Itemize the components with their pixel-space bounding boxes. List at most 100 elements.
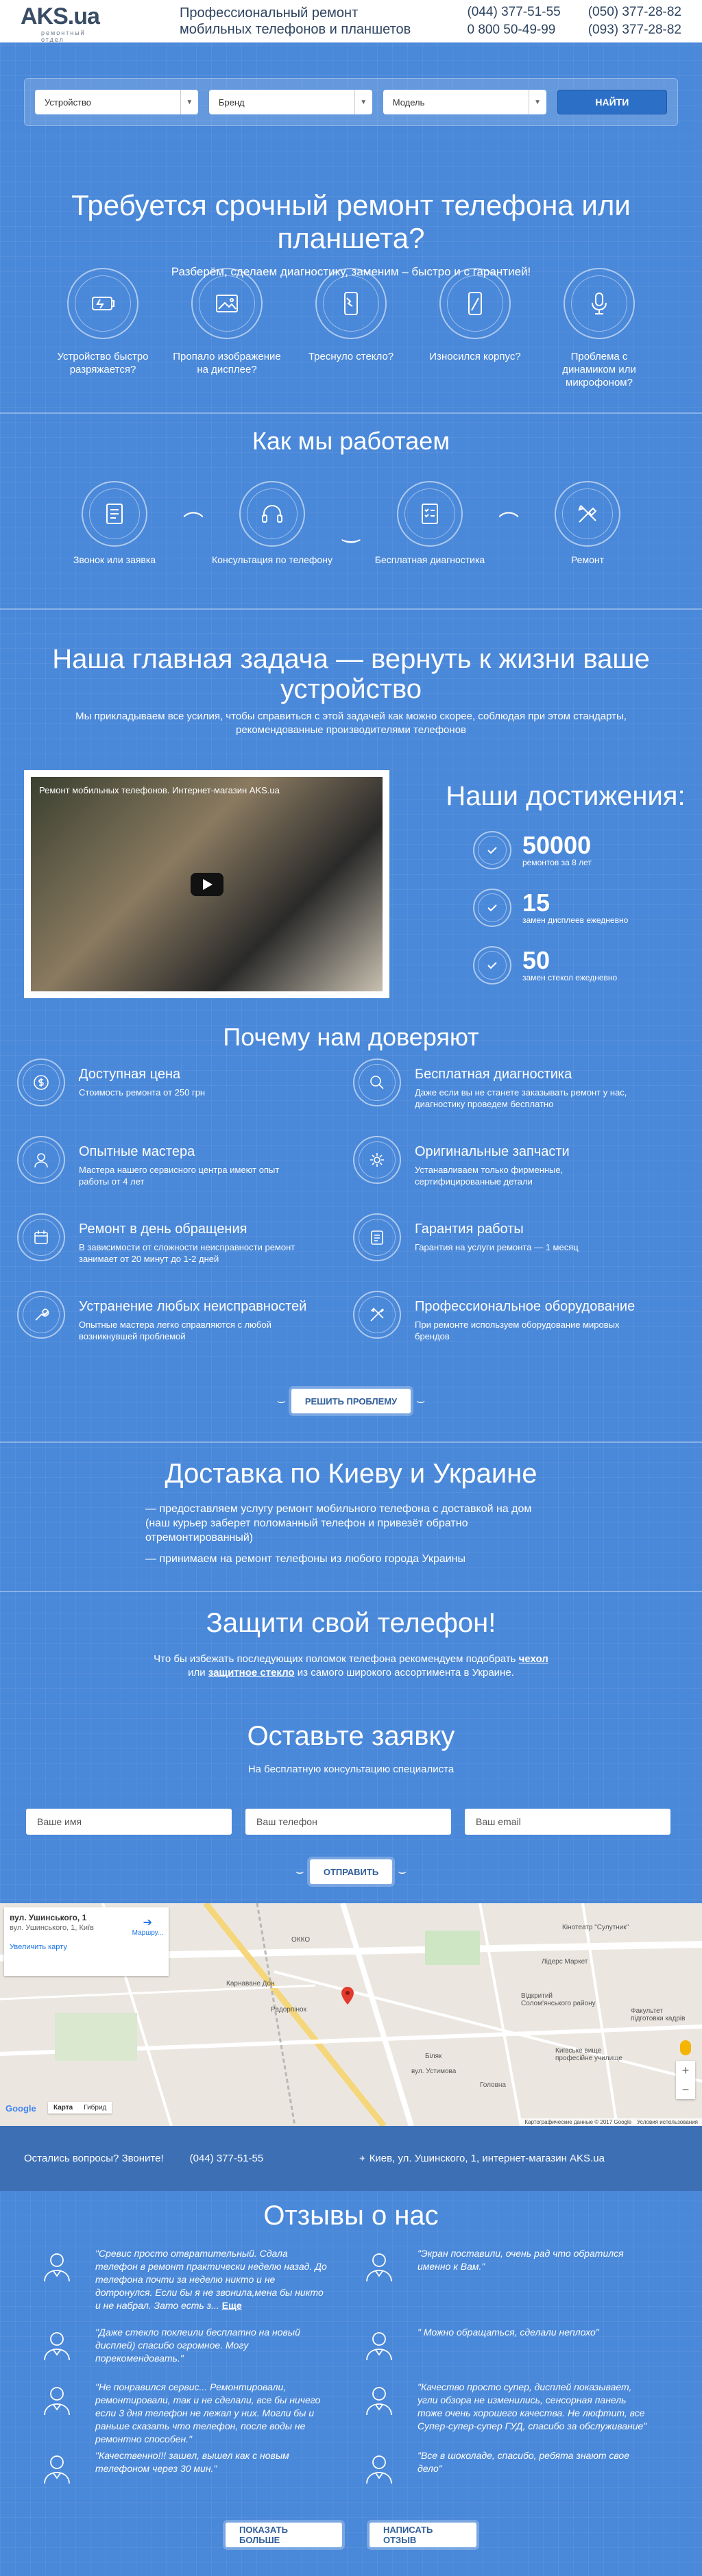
phone-2[interactable]: (050) 377-28-82: [588, 3, 681, 21]
problem-display[interactable]: Пропало изображение на дисплее?: [172, 268, 282, 389]
model-select[interactable]: Модель ▼: [383, 90, 546, 114]
checklist-icon: [397, 481, 463, 547]
write-review-button[interactable]: НАПИСАТЬ ОТЗЫВ: [370, 2523, 476, 2547]
zoom-out-icon[interactable]: −: [676, 2080, 695, 2099]
chevron-down-icon: ▼: [180, 90, 198, 114]
trust-heading: Профессиональное оборудование: [415, 1299, 636, 1314]
problem-case[interactable]: Износился корпус?: [420, 268, 530, 389]
trust-grid: Доступная цена Стоимость ремонта от 250 г…: [17, 1058, 689, 1368]
map-type-map[interactable]: Карта: [48, 2102, 78, 2114]
tools-icon: [555, 481, 620, 547]
reviews-actions: ПОКАЗАТЬ БОЛЬШЕ НАПИСАТЬ ОТЗЫВ: [0, 2523, 702, 2547]
checkmark-icon: [473, 946, 511, 984]
route-button[interactable]: ➔ Маршру...: [132, 1916, 163, 1937]
email-input[interactable]: Ваш email: [465, 1809, 670, 1835]
map-label: Київське вище професійне училище: [555, 2047, 622, 2062]
trust-text: Опытные мастера легко справляются с любо…: [79, 1320, 271, 1341]
case-link[interactable]: чехол: [519, 1653, 548, 1665]
user-icon: [38, 2381, 76, 2419]
delivery-line-2: — принимаем на ремонт телефоны из любого…: [145, 1553, 466, 1565]
show-more-button[interactable]: ПОКАЗАТЬ БОЛЬШЕ: [226, 2523, 342, 2547]
problem-label: Треснуло стекло?: [308, 351, 394, 362]
achievement-item: 50 замен стекол ежедневно: [473, 937, 686, 994]
trust-heading: Бесплатная диагностика: [415, 1067, 572, 1082]
problem-battery[interactable]: Устройство быстро разряжается?: [48, 268, 158, 389]
review-item: "Не понравился сервис... Ремонтировали, …: [38, 2381, 360, 2449]
device-select[interactable]: Устройство ▼: [35, 90, 198, 114]
logo[interactable]: AKS.ua ремонтный отдел: [21, 3, 103, 43]
contact-bar: Остались вопросы? Звоните! (044) 377-51-…: [0, 2126, 702, 2191]
delivery-line-1: — предоставляем услугу ремонт мобильного…: [145, 1503, 532, 1544]
user-icon: [360, 2326, 398, 2364]
trust-heading: Опытные мастера: [79, 1144, 195, 1159]
map[interactable]: вул. Ушинського, 1 вул. Ушинського, 1, К…: [0, 1903, 702, 2126]
review-text: "Экран поставили, очень рад что обратилс…: [417, 2248, 624, 2272]
review-item: "Сревис просто отвратительный. Сдала тел…: [38, 2247, 360, 2326]
contact-phone[interactable]: (044) 377-51-55: [190, 2153, 264, 2164]
review-item: "Все в шоколаде, спасибо, ребята знают с…: [360, 2449, 682, 2504]
trust-heading: Доступная цена: [79, 1067, 181, 1082]
cracked-phone-icon: [315, 268, 387, 339]
video-player[interactable]: Ремонт мобильных телефонов. Интернет-маг…: [24, 770, 389, 998]
equipment-icon: [353, 1291, 401, 1339]
tagline-line-1: Профессиональный ремонт: [180, 5, 359, 21]
review-item: " Можно обращаться, сделали неплохо": [360, 2326, 682, 2381]
submit-button[interactable]: ОТПРАВИТЬ: [309, 1859, 393, 1884]
problem-speaker[interactable]: Проблема с динамиком или микрофоном?: [544, 268, 654, 389]
zoom-in-icon[interactable]: +: [676, 2061, 695, 2080]
map-label: Біляк: [425, 2053, 442, 2060]
phone-3[interactable]: 0 800 50-49-99: [467, 21, 560, 39]
phone-4[interactable]: (093) 377-28-82: [588, 21, 681, 39]
tagline-line-2: мобильных телефонов и планшетов: [180, 22, 411, 37]
tagline: Профессиональный ремонт мобильных телефо…: [180, 5, 411, 38]
review-text-body: "Сревис просто отвратительный. Сдала тел…: [95, 2248, 327, 2311]
map-label: Факультет підготовки кадрів: [631, 2007, 686, 2022]
urgent-title: Требуется срочный ремонт телефона или пл…: [71, 189, 631, 254]
step-consult: Консультация по телефону: [210, 481, 334, 567]
review-text: "Даже стекло поклеили бесплатно на новый…: [95, 2327, 300, 2364]
urgent-section: Требуется срочный ремонт телефона или пл…: [0, 189, 702, 280]
guarantee-icon: [353, 1213, 401, 1261]
map-label: Головна: [480, 2081, 506, 2089]
request-icon: [82, 481, 147, 547]
map-terms-link[interactable]: Условия использования: [637, 2119, 698, 2125]
find-button[interactable]: НАЙТИ: [557, 90, 668, 114]
pegman-icon[interactable]: [680, 2040, 691, 2055]
video-frame: Ремонт мобильных телефонов. Интернет-маг…: [31, 777, 383, 991]
headset-icon: [239, 481, 305, 547]
trust-item: Ремонт в день обращения В зависимости от …: [17, 1213, 353, 1291]
glass-link[interactable]: защитное стекло: [208, 1667, 295, 1679]
video-title: Ремонт мобильных телефонов. Интернет-маг…: [39, 785, 280, 795]
route-label: Маршру...: [132, 1929, 163, 1937]
step-label: Бесплатная диагностика: [374, 554, 485, 565]
problem-label: Износился корпус?: [429, 351, 521, 362]
phone-input[interactable]: Ваш телефон: [245, 1809, 451, 1835]
phone-1[interactable]: (044) 377-51-55: [467, 3, 560, 21]
map-pin-icon[interactable]: [341, 1987, 354, 2005]
step-diagnostics: Бесплатная диагностика: [368, 481, 492, 567]
map-copyright: Картографические данные © 2017 Google: [524, 2119, 632, 2125]
divider: [0, 608, 702, 610]
achievement-number: 50: [522, 946, 550, 974]
microphone-icon: [564, 268, 635, 339]
play-icon[interactable]: [190, 872, 223, 896]
calendar-icon: [17, 1213, 65, 1261]
solve-problem-button[interactable]: РЕШИТЬ ПРОБЛЕМУ: [291, 1389, 411, 1413]
battery-icon: [67, 268, 138, 339]
map-type-hybrid[interactable]: Гибрид: [78, 2102, 112, 2114]
trust-item: Доступная цена Стоимость ремонта от 250 г…: [17, 1058, 353, 1136]
chevron-down-icon: ▼: [354, 90, 372, 114]
enlarge-map-link[interactable]: Увеличить карту: [10, 1943, 163, 1951]
review-text: "Сревис просто отвратительный. Сдала тел…: [95, 2247, 328, 2312]
map-label: ОККО: [291, 1936, 311, 1944]
brand-select[interactable]: Бренд ▼: [208, 90, 372, 114]
divider: [0, 1441, 702, 1443]
problem-list: Устройство быстро разряжается? Пропало и…: [0, 268, 702, 389]
review-item: "Даже стекло поклеили бесплатно на новый…: [38, 2326, 360, 2381]
review-more-link[interactable]: Еще: [222, 2300, 242, 2311]
achievement-number: 15: [522, 889, 550, 917]
name-input[interactable]: Ваше имя: [26, 1809, 232, 1835]
problem-glass[interactable]: Треснуло стекло?: [296, 268, 406, 389]
map-attribution: Картографические данные © 2017 Google Ус…: [520, 2118, 702, 2126]
user-icon: [38, 2326, 76, 2364]
